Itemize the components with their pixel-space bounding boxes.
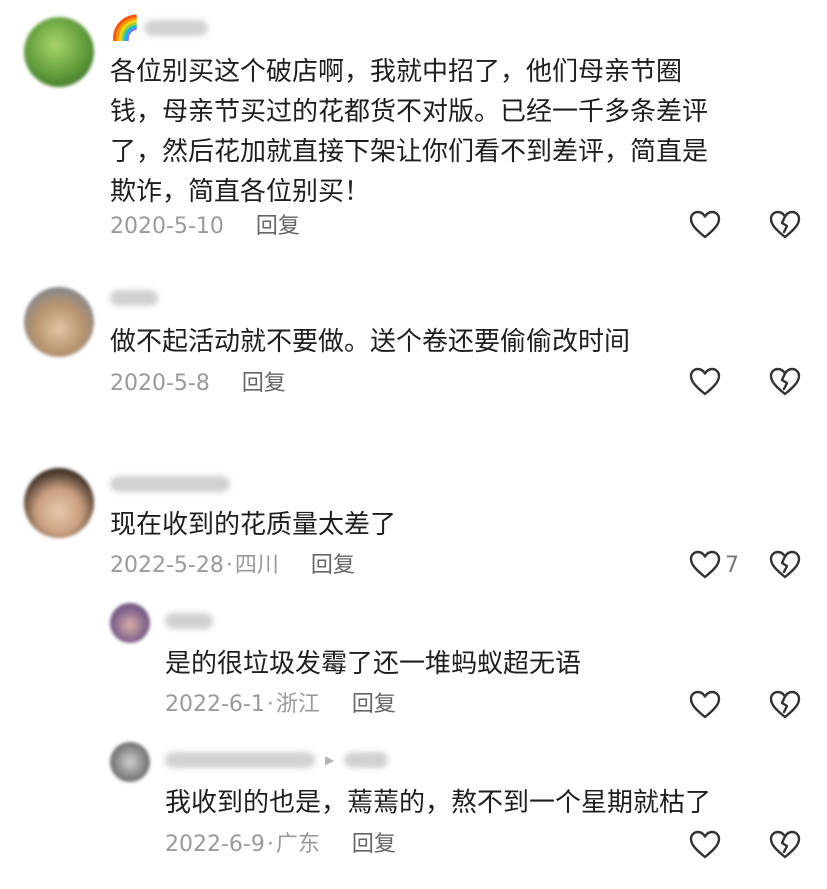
- comment-text: 做不起活动就不要做。送个卷还要偷偷改时间: [110, 327, 631, 357]
- heart-outline-icon: [689, 210, 721, 240]
- dislike-button[interactable]: [769, 367, 801, 397]
- reply-to-arrow-icon: ▶: [325, 753, 335, 767]
- like-button[interactable]: [689, 690, 747, 720]
- reply-button[interactable]: 回复: [352, 690, 396, 720]
- like-button[interactable]: 7: [689, 550, 747, 580]
- like-button[interactable]: [689, 367, 747, 397]
- broken-heart-icon: [769, 210, 801, 240]
- reply-to-username[interactable]: [344, 752, 389, 768]
- dislike-button[interactable]: [769, 690, 801, 720]
- comment-text: 各位别买这个破店啊，我就中招了，他们母亲节圈 钱，母亲节买过的花都货不对版。已经…: [110, 57, 709, 207]
- avatar[interactable]: [24, 468, 94, 538]
- reply-button[interactable]: 回复: [256, 212, 300, 242]
- heart-outline-icon: [689, 367, 721, 397]
- username[interactable]: [143, 20, 208, 36]
- avatar[interactable]: [24, 287, 94, 357]
- comment-date: 2020-5-10: [110, 214, 224, 239]
- comment-location: 四川: [234, 553, 279, 578]
- comment-location: 广东: [275, 832, 320, 857]
- like-button[interactable]: [689, 210, 747, 240]
- dislike-button[interactable]: [769, 830, 801, 860]
- heart-outline-icon: [689, 830, 721, 860]
- broken-heart-icon: [769, 550, 801, 580]
- avatar[interactable]: [110, 603, 150, 643]
- username[interactable]: [110, 476, 230, 492]
- broken-heart-icon: [769, 830, 801, 860]
- username[interactable]: [165, 613, 213, 629]
- heart-outline-icon: [689, 550, 721, 580]
- comment-text: 我收到的也是，蔫蔫的，熬不到一个星期就枯了: [165, 788, 712, 818]
- like-count: 7: [725, 552, 739, 578]
- broken-heart-icon: [769, 690, 801, 720]
- comment-date: 2022-5-28: [110, 553, 224, 578]
- username[interactable]: [110, 290, 158, 306]
- dislike-button[interactable]: [769, 550, 801, 580]
- broken-heart-icon: [769, 367, 801, 397]
- reply-button[interactable]: 回复: [311, 551, 355, 581]
- like-button[interactable]: [689, 830, 747, 860]
- username[interactable]: [165, 752, 315, 768]
- dislike-button[interactable]: [769, 210, 801, 240]
- avatar[interactable]: [24, 17, 94, 87]
- reply-button[interactable]: 回复: [352, 830, 396, 860]
- comment-date: 2022-6-9: [165, 832, 265, 857]
- heart-outline-icon: [689, 690, 721, 720]
- comment-date: 2022-6-1: [165, 692, 265, 717]
- comment-text: 是的很垃圾发霉了还一堆蚂蚁超无语: [165, 649, 582, 679]
- reply-button[interactable]: 回复: [242, 369, 286, 399]
- avatar[interactable]: [110, 742, 150, 782]
- comment-text: 现在收到的花质量太差了: [110, 510, 397, 540]
- comment-location: 浙江: [275, 692, 320, 717]
- rainbow-badge-icon: 🌈: [110, 14, 140, 42]
- comment-date: 2020-5-8: [110, 371, 210, 396]
